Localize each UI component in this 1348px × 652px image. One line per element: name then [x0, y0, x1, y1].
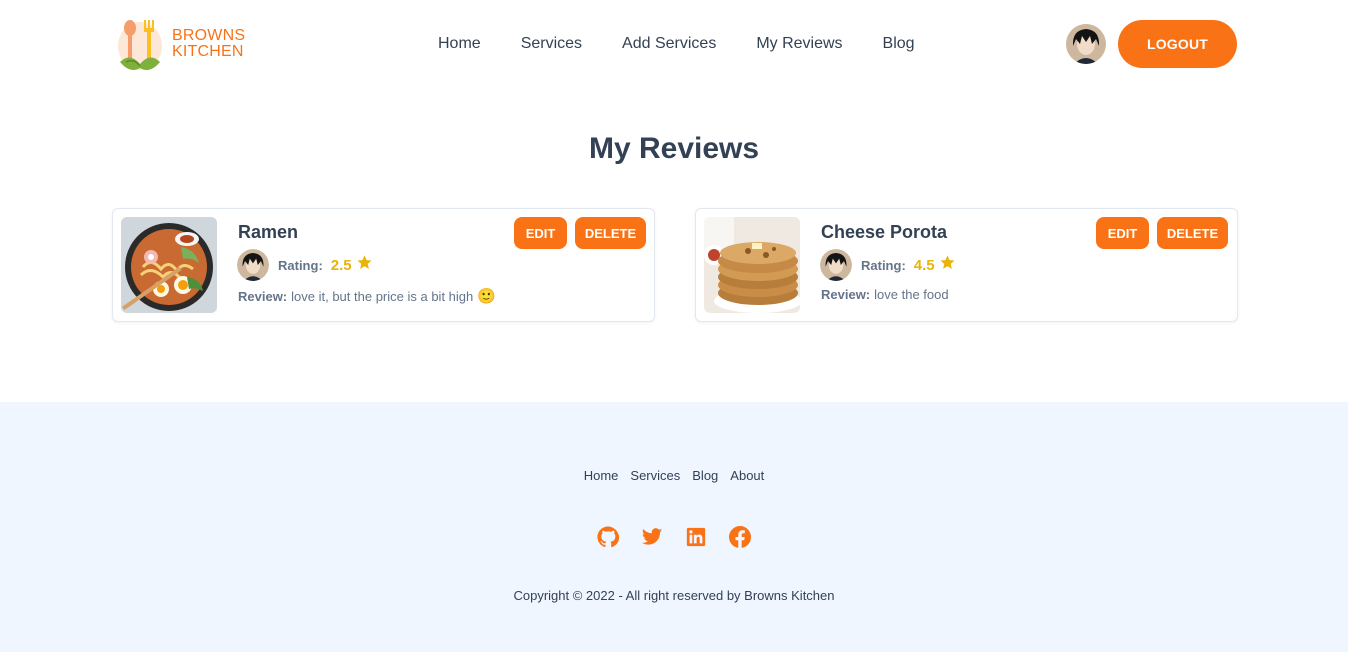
main-nav: Home Services Add Services My Reviews Bl… [438, 35, 955, 53]
star-icon [356, 254, 373, 276]
brand-name: BROWNS KITCHEN [172, 28, 245, 60]
footer: Home Services Blog About Copyright © 202… [0, 402, 1348, 652]
smile-emoji-icon: 🙂 [477, 288, 496, 305]
brand-line-1: BROWNS [172, 27, 246, 44]
nav-link-blog[interactable]: Blog [883, 35, 915, 53]
logo-icon [116, 16, 164, 72]
page-title: My Reviews [588, 132, 760, 165]
reviewer-avatar [820, 249, 852, 281]
star-icon [939, 254, 956, 276]
footer-link-blog[interactable]: Blog [692, 468, 718, 483]
footer-link-about[interactable]: About [730, 468, 764, 483]
reviewer-avatar [237, 249, 269, 281]
rating-label: Rating: [278, 257, 323, 273]
ramen-bowl-image [121, 217, 217, 313]
nav-link-services[interactable]: Services [521, 35, 582, 53]
nav-link-add-services[interactable]: Add Services [622, 35, 716, 53]
review-label: Review: [238, 288, 288, 304]
footer-nav: Home Services Blog About [0, 468, 1348, 483]
copyright-text: Copyright © 2022 - All right reserved by… [513, 588, 835, 603]
edit-button[interactable]: EDIT [1096, 217, 1149, 249]
delete-button[interactable]: DELETE [575, 217, 646, 249]
review-text-line: Review: love it, but the price is a bit … [238, 287, 496, 305]
linkedin-icon[interactable] [685, 526, 707, 548]
footer-link-services[interactable]: Services [630, 468, 680, 483]
edit-button[interactable]: EDIT [514, 217, 567, 249]
facebook-icon[interactable] [729, 526, 752, 548]
review-service-title: Ramen [238, 222, 299, 242]
rating-label: Rating: [861, 257, 906, 273]
nav-link-my-reviews[interactable]: My Reviews [756, 35, 842, 53]
review-text: love the food [874, 287, 949, 302]
rating-row: Rating: 2.5 [237, 249, 373, 281]
social-links [0, 526, 1348, 548]
review-card: Ramen Rating: 2.5 Review: love it, but t… [112, 208, 655, 322]
delete-button[interactable]: DELETE [1157, 217, 1228, 249]
github-icon[interactable] [597, 526, 620, 548]
rating-value: 2.5 [330, 256, 352, 274]
navbar: BROWNS KITCHEN Home Services Add Service… [0, 0, 1348, 88]
nav-link-home[interactable]: Home [438, 35, 481, 53]
review-card: Cheese Porota Rating: 4.5 Review: love t… [695, 208, 1238, 322]
footer-link-home[interactable]: Home [584, 468, 619, 483]
rating-row: Rating: 4.5 [820, 249, 956, 281]
rating-value: 4.5 [913, 256, 935, 274]
review-label: Review: [821, 287, 871, 302]
brand-line-2: KITCHEN [172, 43, 244, 60]
twitter-icon[interactable] [641, 526, 663, 548]
user-avatar[interactable] [1066, 24, 1106, 64]
review-text: love it, but the price is a bit high [291, 288, 474, 304]
flatbread-stack-image [704, 217, 800, 313]
review-text-line: Review: love the food [821, 287, 949, 302]
logout-button[interactable]: LOGOUT [1118, 20, 1237, 68]
review-service-title: Cheese Porota [821, 222, 948, 242]
brand-logo[interactable]: BROWNS KITCHEN [116, 16, 245, 72]
